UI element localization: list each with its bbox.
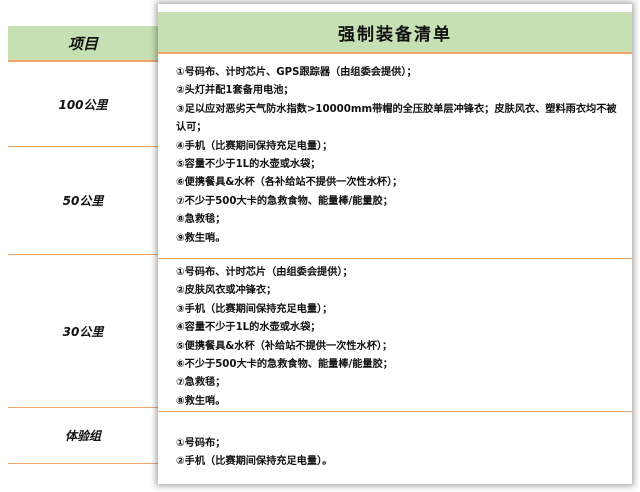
list-item: ②手机（比赛期间保持充足电量）。: [176, 456, 333, 468]
row-label-30km: 30公里: [8, 255, 158, 408]
list-item: ①号码布、计时芯片、GPS跟踪器（由组委会提供）；: [176, 67, 417, 78]
list-item: ③手机（比赛期间保持充足电量）；: [176, 303, 333, 315]
row-label-100km: 100公里: [8, 62, 158, 147]
equipment-list-panel: 强制装备清单 ①号码布、计时芯片、GPS跟踪器（由组委会提供）； ②头灯并配1套…: [158, 4, 632, 484]
list-item: ⑨救生哨。: [176, 232, 226, 244]
section-experience: ①号码布； ②手机（比赛期间保持充足电量）。: [158, 414, 632, 474]
list-item: ②头灯并配1套备用电池；: [176, 85, 294, 97]
row-label-experience: 体验组: [8, 408, 158, 464]
list-item: ②皮肤风衣或冲锋衣；: [176, 285, 277, 297]
list-item: ⑧救生哨。: [176, 395, 226, 407]
list-item: ④手机（比赛期间保持充足电量）；: [176, 140, 333, 152]
list-item: ⑦不少于500大卡的急救食物、能量棒/能量胶；: [176, 195, 393, 207]
project-header: 项目: [8, 26, 158, 62]
list-item: ⑤便携餐具&水杯（补给站不提供一次性水杯）；: [176, 340, 393, 352]
row-label-50km: 50公里: [8, 147, 158, 255]
list-item: ①号码布；: [176, 438, 226, 449]
list-item: ⑧急救毯；: [176, 214, 226, 226]
section-30km: ①号码布、计时芯片（由组委会提供）； ②皮肤风衣或冲锋衣； ③手机（比赛期间保持…: [158, 259, 632, 412]
list-item: ④容量不少于1L的水壶或水袋；: [176, 322, 321, 334]
list-item: ⑦急救毯；: [176, 377, 226, 389]
list-item: ⑥不少于500大卡的急救食物、能量棒/能量胶；: [176, 359, 393, 371]
list-item: ③足以应对恶劣天气防水指数>10000mm带帽的全压胶单层冲锋衣；皮肤风衣、塑料…: [176, 103, 617, 134]
list-item: ⑤容量不少于1L的水壶或水袋；: [176, 159, 321, 171]
list-item: ①号码布、计时芯片（由组委会提供）；: [176, 267, 353, 278]
project-column: 项目 100公里 50公里 30公里 体验组: [8, 26, 158, 464]
list-item: ⑥便携餐具&水杯（各补给站不提供一次性水杯）；: [176, 177, 403, 189]
section-long-distance: ①号码布、计时芯片、GPS跟踪器（由组委会提供）； ②头灯并配1套备用电池； ③…: [158, 58, 632, 259]
panel-title: 强制装备清单: [158, 12, 632, 54]
